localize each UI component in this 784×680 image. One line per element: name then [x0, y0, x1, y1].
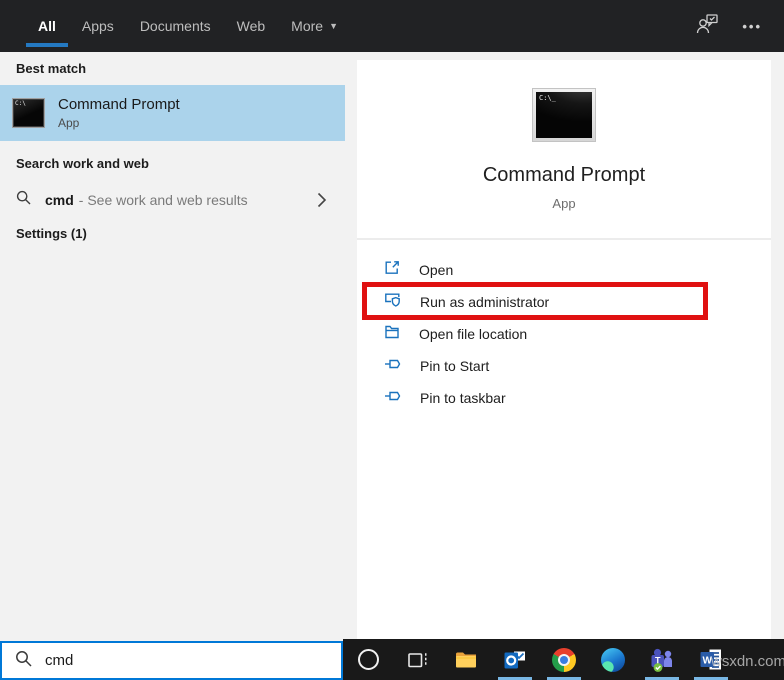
web-search-result-row[interactable]: cmd - See work and web results [0, 183, 345, 217]
pin-icon [384, 357, 401, 376]
tab-all-label: All [38, 18, 56, 34]
action-open-label: Open [419, 262, 453, 278]
search-icon [15, 650, 32, 672]
tab-documents-label: Documents [140, 18, 211, 34]
command-prompt-icon: C:\ [12, 98, 45, 128]
search-results-panel: Best match C:\ Command Prompt App Search… [0, 52, 345, 641]
tab-apps[interactable]: Apps [69, 0, 127, 52]
best-match-title: Command Prompt [58, 96, 180, 113]
open-icon [384, 260, 400, 281]
run-as-administrator-shield-icon [384, 292, 401, 313]
more-options-icon[interactable]: ••• [742, 19, 762, 34]
tab-apps-label: Apps [82, 18, 114, 34]
command-prompt-icon-text: C:\ [15, 100, 26, 107]
preview-title: Command Prompt [357, 164, 771, 187]
outlook-icon[interactable] [498, 639, 532, 680]
action-pin-to-taskbar-label: Pin to taskbar [420, 390, 506, 406]
best-match-section-label: Best match [16, 61, 86, 76]
action-pin-to-start-label: Pin to Start [420, 358, 489, 374]
search-input[interactable] [45, 652, 295, 669]
best-match-result-command-prompt[interactable]: C:\ Command Prompt App [0, 85, 345, 141]
task-view-icon[interactable] [400, 639, 434, 680]
tab-web-label: Web [237, 18, 266, 34]
taskbar-search-box[interactable] [0, 641, 343, 680]
tab-web[interactable]: Web [224, 0, 279, 52]
search-web-section-label: Search work and web [16, 156, 149, 171]
action-open[interactable]: Open [357, 254, 771, 286]
teams-icon[interactable]: T [645, 639, 679, 680]
settings-section-label: Settings (1) [16, 226, 87, 241]
chevron-down-icon: ▼ [329, 21, 338, 31]
command-prompt-large-icon-text: C:\_ [539, 94, 556, 102]
folder-icon [384, 324, 400, 345]
windows-search-screen: All Apps Documents Web More ▼ ••• [0, 0, 784, 680]
action-run-as-administrator[interactable]: Run as administrator [357, 286, 771, 318]
pin-icon [384, 389, 401, 408]
divider [357, 238, 771, 240]
watermark: wsxdn.com [711, 653, 784, 670]
tab-more-label: More [291, 18, 323, 34]
edge-icon[interactable] [596, 639, 630, 680]
search-icon [16, 190, 31, 210]
command-prompt-large-icon: C:\_ [532, 88, 596, 142]
chrome-icon[interactable] [547, 639, 581, 680]
search-filter-header: All Apps Documents Web More ▼ ••• [0, 0, 784, 52]
cortana-icon[interactable] [351, 639, 385, 680]
user-feedback-icon[interactable] [696, 13, 720, 40]
tab-all[interactable]: All [25, 0, 69, 52]
best-match-subtitle: App [58, 116, 180, 130]
action-pin-to-taskbar[interactable]: Pin to taskbar [357, 382, 771, 414]
web-search-suffix: - See work and web results [79, 192, 248, 208]
tab-more[interactable]: More ▼ [278, 0, 351, 52]
preview-pane: C:\_ Command Prompt App Open Run as [357, 60, 771, 639]
action-run-as-administrator-label: Run as administrator [420, 294, 549, 310]
filter-tabs: All Apps Documents Web More ▼ [0, 0, 351, 52]
tab-documents[interactable]: Documents [127, 0, 224, 52]
chevron-right-icon[interactable] [317, 192, 327, 213]
action-open-file-location-label: Open file location [419, 326, 527, 342]
action-pin-to-start[interactable]: Pin to Start [357, 350, 771, 382]
action-open-file-location[interactable]: Open file location [357, 318, 771, 350]
web-search-query: cmd [45, 192, 74, 208]
file-explorer-icon[interactable] [449, 639, 483, 680]
preview-subtitle: App [357, 196, 771, 211]
